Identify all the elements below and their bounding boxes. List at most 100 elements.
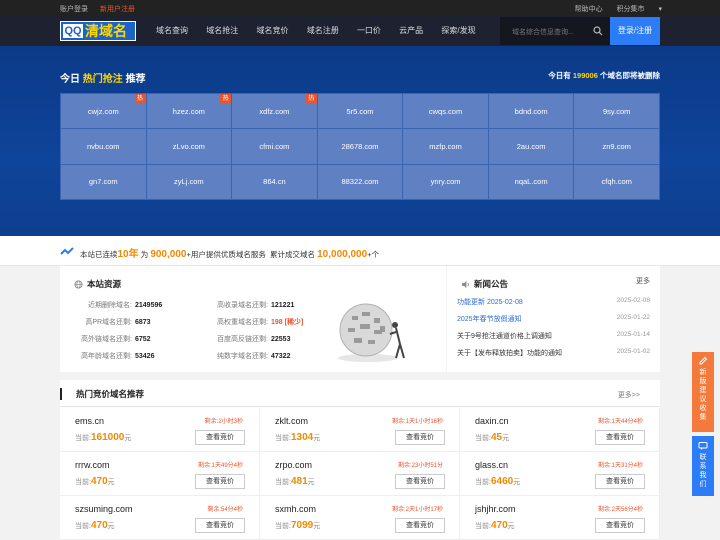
banner-title: 今日 热门抢注 推荐 xyxy=(60,74,146,85)
auction-domain[interactable]: glass.cn xyxy=(475,460,508,470)
price-currency: 元 xyxy=(107,479,115,486)
price-value: 470 xyxy=(90,476,108,487)
hot-badge: 热 xyxy=(220,94,232,104)
hot-domain-cell[interactable]: zLvo.com xyxy=(146,129,232,164)
search-box[interactable]: 域名综合信息查询... xyxy=(500,17,610,45)
auction-domain[interactable]: zrpo.com xyxy=(275,460,312,470)
hot-domain-cell[interactable]: 5r5.com xyxy=(317,94,403,129)
chevron-down-icon[interactable]: ▾ xyxy=(658,6,662,13)
hot-domain-cell[interactable]: 2au.com xyxy=(488,129,574,164)
nav-item-explore[interactable]: 探索/发现 xyxy=(441,16,475,46)
nav-item-domain-snap[interactable]: 域名抢注 xyxy=(206,16,238,46)
resource-label: 高收录域名还剩: xyxy=(217,302,268,309)
hot-domain-cell[interactable]: 864.cn xyxy=(232,164,317,199)
auction-domain[interactable]: daxin.cn xyxy=(475,416,509,426)
hot-domain-cell[interactable]: nqaL.com xyxy=(488,164,574,199)
hot-domain-cell[interactable]: 28678.com xyxy=(317,129,403,164)
hot-domain-cell[interactable]: 9sy.com xyxy=(574,94,659,129)
hot-domain-cell[interactable]: cfmi.com xyxy=(232,129,317,164)
auction-domain[interactable]: zklt.com xyxy=(275,416,308,426)
auction-remaining-time: 剩余:1天31分4秒 xyxy=(597,463,643,469)
points-mall-link[interactable]: 积分集市 xyxy=(617,6,645,13)
news-item-title[interactable]: 功能更新 2025-02-08 xyxy=(457,299,523,306)
price-value: 161000 xyxy=(90,432,125,443)
news-item[interactable]: 功能更新 2025-02-08 2025-02-08 xyxy=(457,297,650,307)
price-value: 45 xyxy=(490,432,503,443)
auction-card: zrpo.com 剩余:23小时51分 当前:481元 查看竞价 xyxy=(260,452,460,496)
hot-domain-name: ynry.com xyxy=(430,177,461,187)
hot-domain-cell[interactable]: ynry.com xyxy=(403,164,488,199)
hot-domain-cell[interactable]: gn7.com xyxy=(61,164,146,199)
site-logo[interactable]: QQ 清域名 xyxy=(60,21,136,41)
auction-more-link[interactable]: 更多>> xyxy=(618,390,640,400)
hot-domain-cell[interactable]: cwqs.com xyxy=(403,94,488,129)
login-register-button[interactable]: 登录/注册 xyxy=(610,17,660,45)
news-item-title[interactable]: 关于【发布释放拍卖】功能的通知 xyxy=(457,350,562,357)
hot-domain-cell[interactable]: cwjz.com 热 xyxy=(61,94,146,129)
auction-card: rrrw.com 剩余:1天49分4秒 当前:470元 查看竞价 xyxy=(60,452,260,496)
search-icon[interactable] xyxy=(593,26,603,36)
hot-domain-cell[interactable]: cfqh.com xyxy=(574,164,659,199)
auction-price: 当前:6460元 xyxy=(475,476,520,487)
hot-domain-name: nqaL.com xyxy=(514,177,548,187)
hot-domain-cell[interactable]: zn9.com xyxy=(574,129,659,164)
auction-remaining-time: 剩余:2小时3秒 xyxy=(204,419,243,425)
hot-domain-cell[interactable]: zyLj.com xyxy=(146,164,232,199)
view-auction-button[interactable]: 查看竞价 xyxy=(595,474,645,489)
hot-domain-grid: cwjz.com 热 hzez.com 热 xdfz.com 热 5r5.com cwqs.c… xyxy=(60,93,660,200)
view-auction-button[interactable]: 查看竞价 xyxy=(395,430,445,445)
nav-item-fixed-price[interactable]: 一口价 xyxy=(357,16,381,46)
help-center-link[interactable]: 帮助中心 xyxy=(575,6,603,13)
chat-icon xyxy=(698,442,708,450)
nav-item-cloud[interactable]: 云产品 xyxy=(399,16,423,46)
news-item-title[interactable]: 2025年春节放假通知 xyxy=(457,316,522,323)
auction-domain[interactable]: szsuming.com xyxy=(75,504,133,514)
auction-domain[interactable]: rrrw.com xyxy=(75,460,110,470)
view-auction-button[interactable]: 查看竞价 xyxy=(195,518,245,533)
feedback-float-button[interactable]: 新版建议收集 xyxy=(692,352,714,432)
view-auction-button[interactable]: 查看竞价 xyxy=(595,518,645,533)
news-item-title[interactable]: 关于9号抢注通道价格上调通知 xyxy=(457,333,552,340)
view-auction-button[interactable]: 查看竞价 xyxy=(195,430,245,445)
view-auction-button[interactable]: 查看竞价 xyxy=(395,474,445,489)
search-input[interactable]: 域名综合信息查询... xyxy=(512,27,574,37)
login-link[interactable]: 账户登录 xyxy=(60,6,88,13)
auction-domain[interactable]: sxmh.com xyxy=(275,504,316,514)
auction-domain[interactable]: ems.cn xyxy=(75,416,104,426)
auction-domain[interactable]: jshjhr.com xyxy=(475,504,516,514)
edit-icon xyxy=(699,356,708,365)
nav-item-domain-query[interactable]: 域名查询 xyxy=(156,16,188,46)
view-auction-button[interactable]: 查看竞价 xyxy=(195,474,245,489)
price-currency: 元 xyxy=(313,435,321,442)
register-link[interactable]: 新用户注册 xyxy=(100,6,135,13)
news-item[interactable]: 关于9号抢注通道价格上调通知 2025-01-14 xyxy=(457,331,650,341)
nav-item-domain-register[interactable]: 域名注册 xyxy=(307,16,339,46)
hot-domain-name: hzez.com xyxy=(172,106,205,116)
view-auction-button[interactable]: 查看竞价 xyxy=(395,518,445,533)
news-item[interactable]: 关于【发布释放拍卖】功能的通知 2025-01-02 xyxy=(457,348,650,358)
hot-domain-name: gn7.com xyxy=(88,177,118,187)
price-currency: 元 xyxy=(507,523,515,530)
hot-domain-cell[interactable]: nvbu.com xyxy=(61,129,146,164)
hot-domain-name: xdfz.com xyxy=(259,106,290,116)
hot-domain-cell[interactable]: hzez.com 热 xyxy=(146,94,232,129)
price-value: 7099 xyxy=(290,520,314,531)
auction-card: glass.cn 剩余:1天31分4秒当前:6460元 查看竞价 xyxy=(460,452,660,496)
auction-remaining-time: 剩余:2天1小时17秒 xyxy=(391,507,443,513)
hot-domain-cell[interactable]: 88322.com xyxy=(317,164,403,199)
resource-label: 高权重域名还剩: xyxy=(217,319,268,326)
price-label: 当前: xyxy=(275,435,291,442)
price-label: 当前: xyxy=(475,523,491,530)
nav-item-domain-auction[interactable]: 域名竞价 xyxy=(256,16,288,46)
contact-float-button[interactable]: 联系我们 xyxy=(692,436,714,496)
news-panel: 新闻公告 更多 功能更新 2025-02-08 2025-02-08 2025年春节… xyxy=(447,266,660,372)
hot-domain-name: cwqs.com xyxy=(428,106,463,116)
news-more-link[interactable]: 更多 xyxy=(636,276,650,286)
hot-domain-cell[interactable]: mzfp.com xyxy=(403,129,488,164)
hot-domain-name: 9sy.com xyxy=(603,106,631,116)
news-item[interactable]: 2025年春节放假通知 2025-01-22 xyxy=(457,314,650,324)
resource-label: 高外链域名还剩: xyxy=(81,336,132,343)
hot-domain-cell[interactable]: bdnd.com xyxy=(488,94,574,129)
hot-domain-cell[interactable]: xdfz.com 热 xyxy=(232,94,317,129)
view-auction-button[interactable]: 查看竞价 xyxy=(595,430,645,445)
